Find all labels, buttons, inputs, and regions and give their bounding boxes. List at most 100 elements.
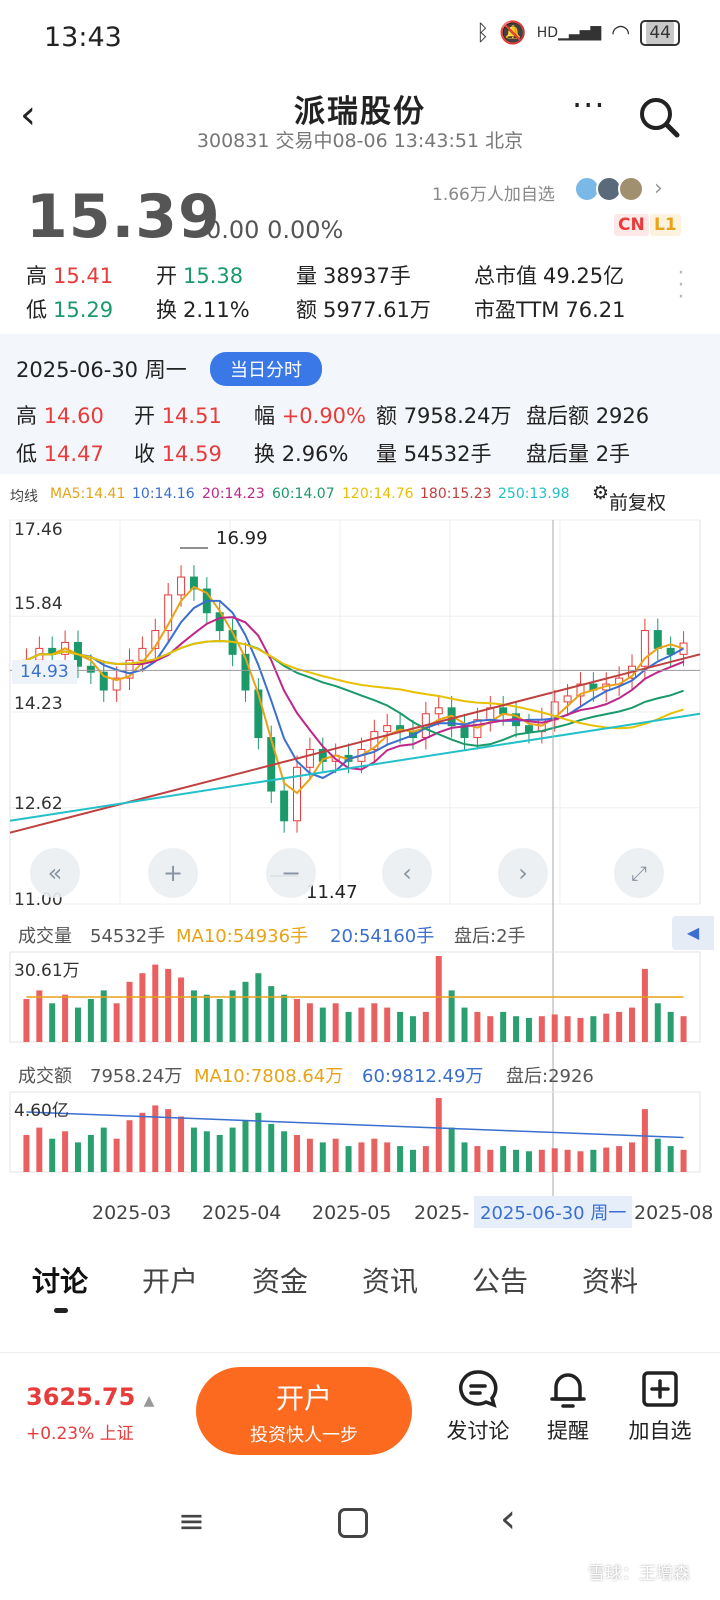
volume-bar [358, 1007, 365, 1042]
index-value[interactable]: 3625.75 ▲ [26, 1383, 154, 1411]
volume-bar [294, 999, 301, 1042]
candle [434, 707, 443, 715]
tab-discussion[interactable]: 讨论 [32, 1260, 88, 1300]
volume-value: 38937手 [323, 264, 411, 288]
volume-bar [126, 981, 133, 1042]
ma250-line [9, 712, 701, 822]
followers-count[interactable]: 1.66万人加自选 [432, 180, 555, 205]
amount-bar [448, 1127, 455, 1172]
scroll-start-button[interactable]: « [30, 848, 80, 898]
intraday-button[interactable]: 当日分时 [210, 352, 322, 386]
tab-indicator [54, 1308, 68, 1313]
amount-bar [474, 1146, 481, 1172]
amount-bar [36, 1127, 43, 1172]
min-label: 11.47 [306, 882, 358, 903]
volume-bar [500, 1011, 507, 1042]
avatar [618, 176, 644, 202]
search-icon[interactable] [636, 94, 682, 140]
signal-icon: HD▁▃▅▇ [536, 25, 602, 41]
bluetooth-icon: ᛒ [476, 20, 490, 46]
price-change: 0.00 0.00% [206, 216, 344, 244]
amount-bar [165, 1109, 172, 1172]
volume-bar [513, 1016, 520, 1042]
volume-bar [332, 1003, 339, 1042]
follower-avatars[interactable]: › [574, 176, 663, 202]
tab-funds[interactable]: 资金 [252, 1260, 308, 1300]
volume-bar [113, 1003, 120, 1042]
amount-ma60-line [26, 1111, 684, 1139]
volume-bar [409, 1016, 416, 1042]
quote-panel: 15.39 0.00 0.00% 1.66万人加自选 › CN L1 高 15.4… [26, 176, 686, 322]
watermark: 雪球：王增森 [588, 1564, 690, 1584]
volume-bar [538, 1016, 545, 1042]
cn-badge: CN [614, 214, 649, 236]
volume-bar [281, 994, 288, 1042]
amount-bar [409, 1149, 416, 1172]
current-price: 15.39 [26, 182, 221, 252]
volume-bar [590, 1016, 597, 1042]
zoom-out-button[interactable]: − [266, 848, 316, 898]
amount-bar [525, 1151, 532, 1172]
amount-bar [74, 1142, 81, 1172]
volume-bar [397, 1011, 404, 1042]
tab-announcements[interactable]: 公告 [472, 1260, 528, 1300]
volume-bar [680, 1016, 687, 1042]
volume-bar [641, 968, 648, 1042]
amount-bar [371, 1138, 378, 1172]
volume-bar [178, 977, 185, 1042]
amount-bar [461, 1142, 468, 1172]
menu-icon[interactable]: ≡ [178, 1502, 205, 1540]
candle [653, 630, 662, 649]
more-vertical-icon[interactable]: · · · [676, 263, 686, 309]
amount-bar [345, 1146, 352, 1172]
open-account-button[interactable]: 开户 投资快人一步 [196, 1367, 412, 1455]
history-day-panel: 2025-06-30 周一 当日分时 高 14.60 开 14.51 幅 +0.… [0, 334, 720, 474]
expand-panel-button[interactable]: ◀ [672, 916, 714, 950]
volume-bar [435, 956, 442, 1042]
l1-badge: L1 [650, 214, 681, 236]
open-value: 15.38 [183, 264, 244, 288]
post-discussion-button[interactable]: 发讨论 [438, 1367, 518, 1445]
volume-bar [74, 1007, 81, 1042]
volume-bar [603, 1013, 610, 1042]
ma10-line [26, 599, 685, 780]
amount-bar [564, 1149, 571, 1172]
volume-bar [203, 994, 210, 1042]
volume-bar [345, 1011, 352, 1042]
kline-chart[interactable]: 17.46 15.84 14.23 12.62 11.00 14.93 16.9… [0, 512, 720, 1232]
candle [383, 725, 392, 733]
scroll-right-button[interactable]: › [498, 848, 548, 898]
amount-bar [384, 1142, 391, 1172]
chart-svg [9, 519, 701, 1212]
candle [86, 665, 95, 673]
alert-button[interactable]: 提醒 [528, 1367, 608, 1445]
zoom-in-button[interactable]: + [148, 848, 198, 898]
scroll-left-button[interactable]: ‹ [382, 848, 432, 898]
volume-bar [229, 990, 236, 1042]
volume-bar [190, 990, 197, 1042]
home-icon[interactable] [338, 1508, 368, 1538]
amount-bar [629, 1142, 636, 1172]
mute-icon: 🔕 [499, 20, 527, 46]
amount-bar [178, 1116, 185, 1172]
bell-icon [550, 1373, 586, 1408]
candle [524, 725, 533, 733]
add-watchlist-button[interactable]: 加自选 [620, 1367, 700, 1445]
fullscreen-icon[interactable]: ⤢ [614, 848, 664, 898]
amount-bar [500, 1146, 507, 1172]
volume-bar [319, 1007, 326, 1042]
tab-news[interactable]: 资讯 [362, 1260, 418, 1300]
candle [177, 576, 186, 596]
amount-bar [190, 1127, 197, 1172]
volume-bar [306, 1003, 313, 1042]
tab-profile[interactable]: 资料 [582, 1260, 638, 1300]
turnover-value: 2.11% [183, 298, 250, 322]
volume-bar [242, 981, 249, 1042]
amount-bar [435, 1098, 442, 1172]
tab-open-account[interactable]: 开户 [142, 1260, 198, 1300]
amount-pane-frame [9, 1091, 701, 1173]
adjust-toggle[interactable]: ⚙ 前复权 [592, 482, 666, 514]
amount-bar [294, 1135, 301, 1172]
back-nav-icon[interactable]: ‹ [500, 1496, 516, 1542]
more-icon[interactable]: ··· [572, 86, 606, 124]
